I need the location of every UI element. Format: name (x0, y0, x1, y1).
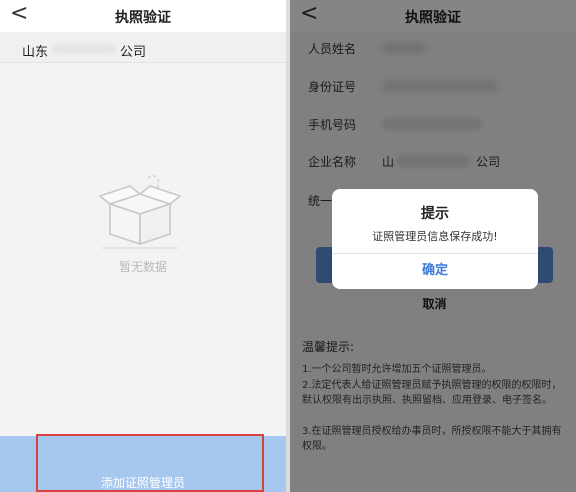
page-title: 执照验证 (115, 10, 171, 26)
confirm-button[interactable]: 确定 (332, 253, 538, 289)
success-dialog: 提示 证照管理员信息保存成功! 确定 (332, 189, 538, 289)
company-bar: 山东 公司 (0, 33, 286, 63)
dialog-title: 提示 (421, 206, 449, 222)
company-name-prefix: 山东 (22, 45, 49, 60)
empty-state-text: 暂无数据 (118, 260, 167, 274)
add-admin-button[interactable]: 添加证照管理员 (0, 436, 286, 492)
company-name-redacted (52, 44, 116, 54)
left-navbar: < 执照验证 (0, 0, 286, 32)
company-name-suffix: 公司 (120, 45, 147, 60)
empty-box-icon (98, 174, 182, 249)
left-screen: < 执照验证 山东 公司 暂无数据 添加证照管理员 (0, 0, 286, 492)
add-admin-button-label: 添加证照管理员 (100, 476, 185, 490)
right-screen: < 执照验证 人员姓名 身份证号 手机号码 企业名称 山 公司 统一 取消 温馨… (290, 0, 576, 492)
dialog-message: 证照管理员信息保存成功! (372, 230, 498, 243)
